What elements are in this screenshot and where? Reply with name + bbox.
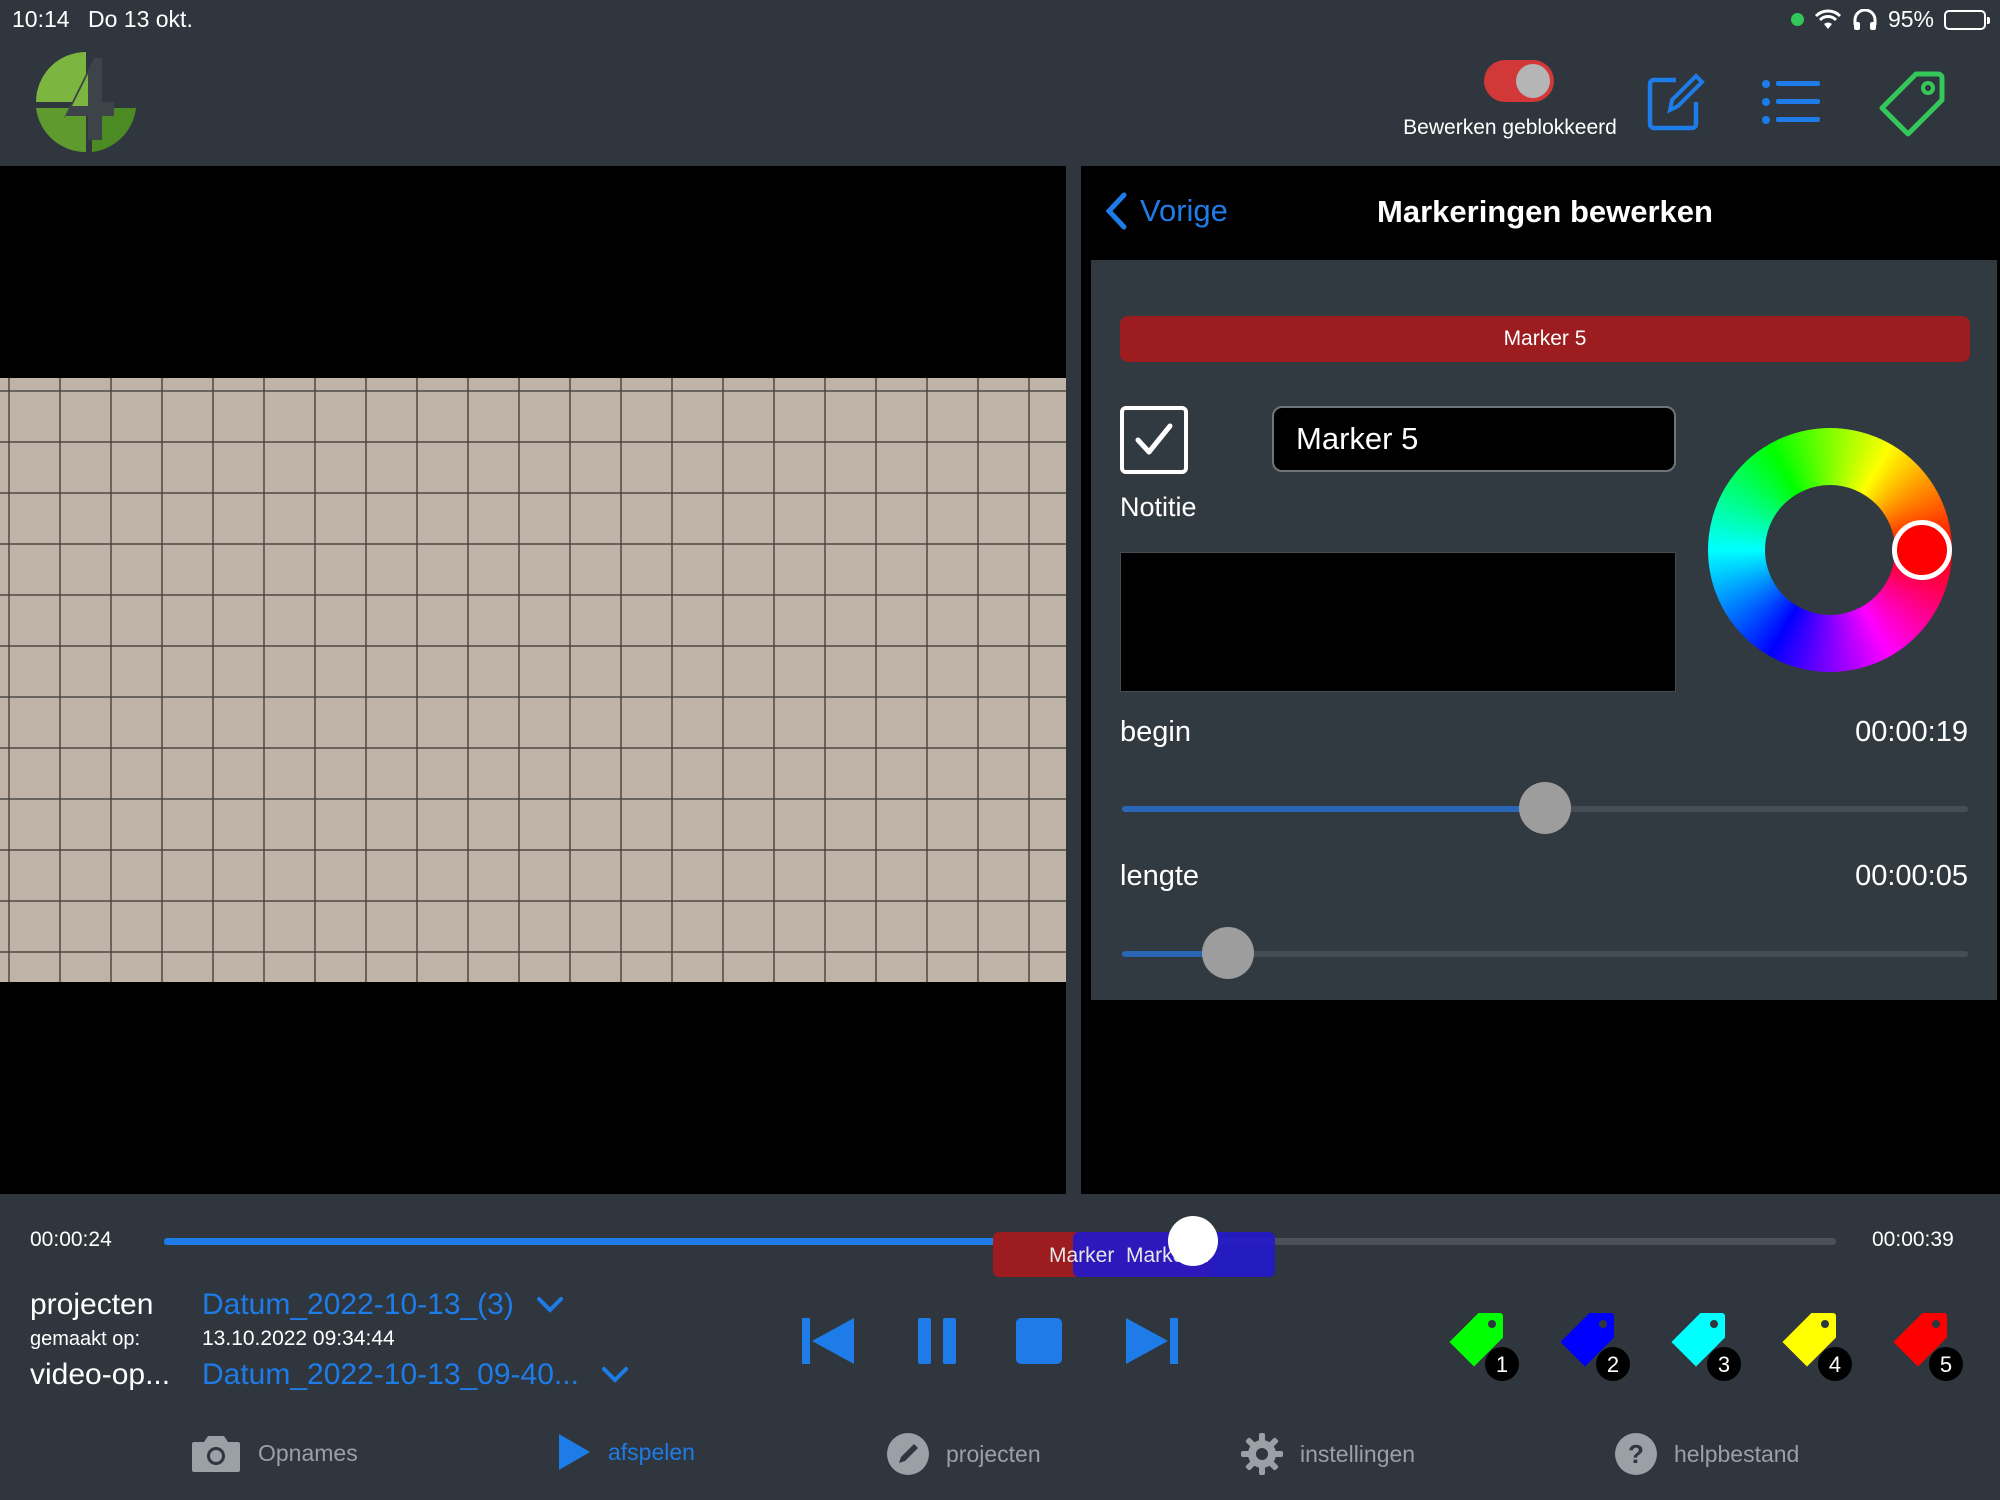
edit-icon[interactable]: [1640, 68, 1710, 138]
marker-banner: Marker 5: [1120, 316, 1970, 362]
tab-label: instellingen: [1300, 1440, 1416, 1467]
tab-instellingen[interactable]: instellingen: [1240, 1432, 1415, 1476]
svg-text:?: ?: [1628, 1439, 1644, 1469]
color-wheel-handle[interactable]: [1892, 520, 1952, 580]
length-label: lengte: [1120, 860, 1200, 892]
created-value: 13.10.2022 09:34:44: [202, 1327, 395, 1350]
mic-active-dot-icon: [1790, 13, 1804, 26]
video-key: video-op...: [30, 1358, 171, 1391]
tab-label: Opnames: [258, 1439, 358, 1466]
list-icon[interactable]: [1756, 68, 1826, 138]
help-icon: ?: [1615, 1433, 1657, 1475]
timeline-marker-label: Marker: [1049, 1244, 1115, 1267]
chevron-left-icon: [1105, 192, 1127, 230]
edit-lock-toggle[interactable]: [1484, 60, 1554, 102]
checkmark-icon: [1135, 423, 1173, 455]
tab-opnames[interactable]: Opnames: [190, 1432, 358, 1474]
wifi-icon: [1814, 9, 1842, 29]
note-label: Notitie: [1120, 492, 1197, 522]
note-checkbox[interactable]: [1120, 406, 1188, 474]
app-logo-icon: [28, 44, 144, 160]
marker-tag-number: 2: [1607, 1352, 1619, 1377]
skip-back-icon: [802, 1318, 854, 1364]
marker-tag-4-button[interactable]: 4: [1777, 1304, 1857, 1384]
toggle-knob: [1516, 64, 1550, 98]
back-button-label: Vorige: [1140, 193, 1228, 228]
project-key: projecten: [30, 1288, 154, 1321]
video-frame: [0, 378, 1066, 982]
marker-tag-number: 4: [1829, 1352, 1841, 1377]
camera-icon: [192, 1436, 240, 1472]
length-value: 00:00:05: [1855, 860, 1968, 892]
pencil-icon: [887, 1433, 929, 1475]
marker-tag-icon: 4: [1779, 1311, 1852, 1381]
tag-icon[interactable]: [1878, 68, 1948, 138]
begin-label: begin: [1120, 716, 1191, 748]
total-time: 00:00:39: [1872, 1228, 1954, 1251]
length-slider-thumb[interactable]: [1201, 927, 1254, 979]
begin-slider-fill: [1122, 806, 1545, 812]
chevron-down-icon: [536, 1297, 563, 1313]
begin-slider[interactable]: [1122, 782, 1968, 834]
headphones-icon: [1853, 8, 1877, 30]
marker-tag-icon: 5: [1890, 1311, 1963, 1381]
chevron-down-icon: [601, 1367, 628, 1383]
play-icon: [559, 1434, 590, 1470]
project-dropdown[interactable]: Datum_2022-10-13_(3): [202, 1288, 564, 1322]
gear-icon: [1241, 1433, 1283, 1475]
skip-forward-icon: [1126, 1318, 1178, 1364]
back-button[interactable]: Vorige: [1104, 192, 1228, 230]
marker-tag-icon: 1: [1446, 1311, 1519, 1381]
marker-tag-3-button[interactable]: 3: [1666, 1304, 1746, 1384]
video-dropdown-value: Datum_2022-10-13_09-40...: [202, 1358, 579, 1391]
status-date: Do 13 okt.: [88, 6, 193, 32]
battery-percentage: 95%: [1887, 6, 1934, 32]
current-time: 00:00:24: [30, 1228, 112, 1251]
begin-value: 00:00:19: [1855, 716, 1968, 748]
skip-forward-button[interactable]: [1120, 1310, 1182, 1372]
tab-helpbestand[interactable]: ? helpbestand: [1614, 1432, 1799, 1476]
skip-back-button[interactable]: [798, 1310, 860, 1372]
tab-afspelen[interactable]: afspelen: [556, 1432, 695, 1472]
tab-projecten[interactable]: projecten: [886, 1432, 1041, 1476]
pause-icon: [918, 1318, 956, 1364]
tab-label: helpbestand: [1674, 1440, 1800, 1467]
note-textarea[interactable]: [1120, 552, 1676, 692]
marker-tag-icon: 3: [1668, 1311, 1741, 1381]
status-time: 10:14: [12, 6, 70, 32]
marker-tag-1-button[interactable]: 1: [1444, 1304, 1524, 1384]
created-key: gemaakt op:: [30, 1328, 141, 1350]
marker-tag-number: 5: [1940, 1352, 1952, 1377]
edit-lock-label: Bewerken geblokkeerd: [1403, 116, 1617, 139]
marker-tag-2-button[interactable]: 2: [1555, 1304, 1635, 1384]
begin-slider-thumb[interactable]: [1519, 782, 1571, 834]
status-indicators: 95%: [1790, 6, 1990, 33]
stop-button[interactable]: [1008, 1310, 1070, 1372]
marker-tag-number: 1: [1496, 1352, 1508, 1377]
marker-tag-icon: 2: [1557, 1311, 1630, 1381]
marker-name-input[interactable]: [1272, 406, 1676, 472]
panel-title: Markeringen bewerken: [1377, 194, 1713, 229]
tab-label: afspelen: [608, 1438, 695, 1465]
project-dropdown-value: Datum_2022-10-13_(3): [202, 1288, 514, 1321]
timeline-thumb[interactable]: [1167, 1216, 1218, 1266]
tab-label: projecten: [946, 1440, 1041, 1467]
marker-tag-5-button[interactable]: 5: [1888, 1304, 1968, 1384]
stop-icon: [1016, 1318, 1062, 1364]
pause-button[interactable]: [906, 1310, 968, 1372]
marker-tag-number: 3: [1718, 1352, 1730, 1377]
length-slider[interactable]: [1122, 927, 1968, 979]
video-player[interactable]: [0, 166, 1066, 1194]
video-dropdown[interactable]: Datum_2022-10-13_09-40...: [202, 1358, 629, 1392]
battery-icon: [1944, 9, 1990, 30]
